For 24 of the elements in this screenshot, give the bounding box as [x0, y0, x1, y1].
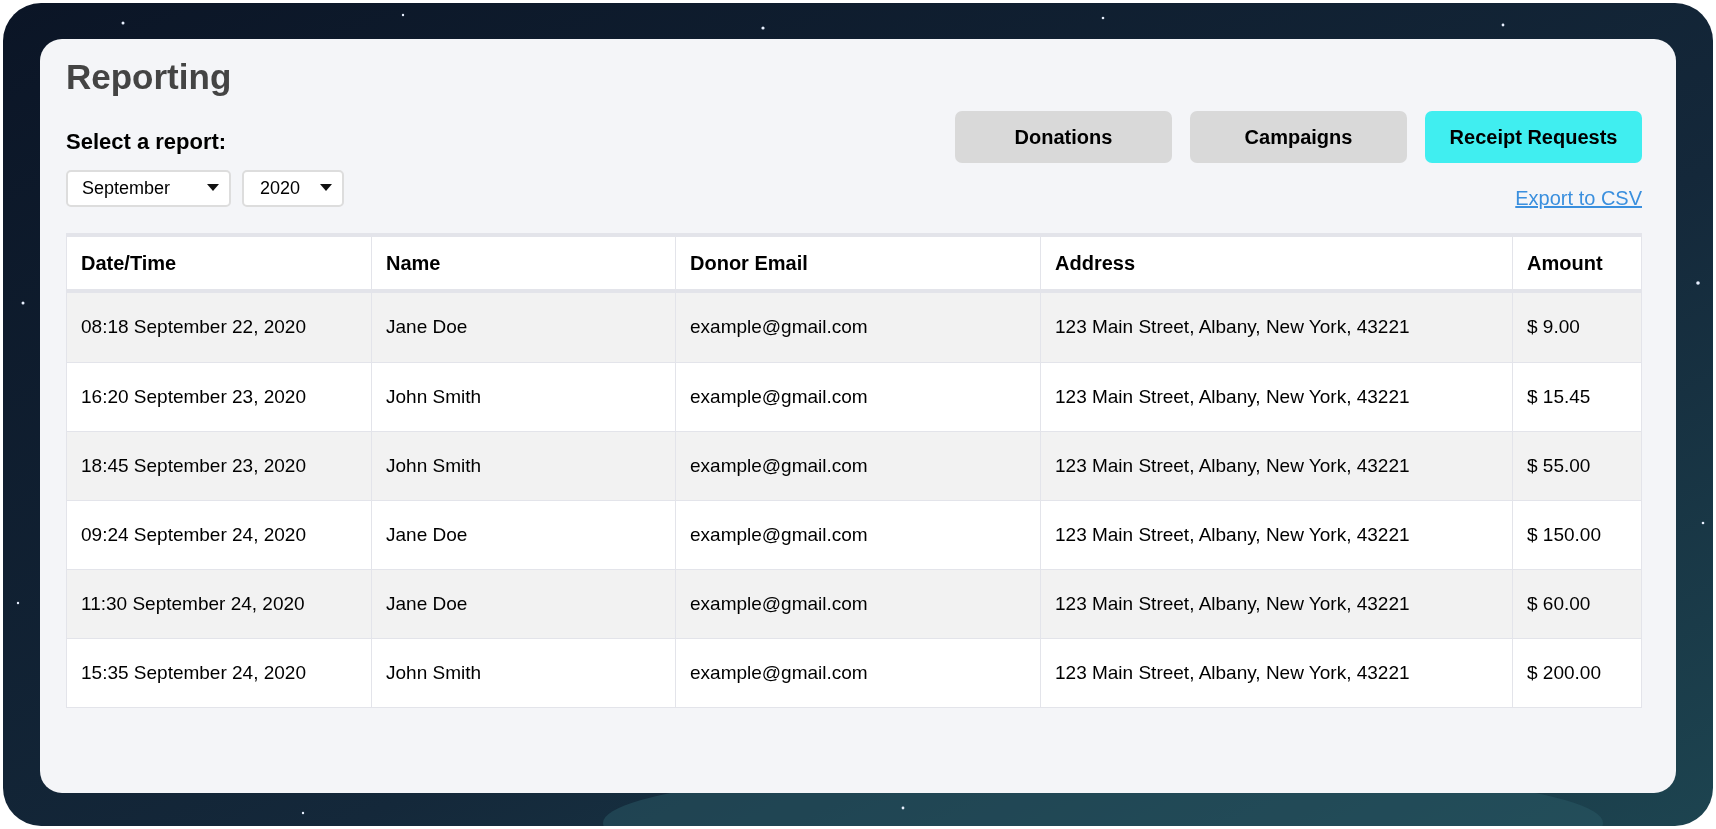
- column-header: Date/Time: [80, 251, 178, 276]
- caret-icon: [207, 184, 219, 193]
- column-header: Donor Email: [675, 237, 1040, 289]
- report-tab[interactable]: Donations: [955, 111, 1172, 163]
- table-cell-text: 08:18 September 22, 2020: [80, 315, 307, 340]
- report-tab[interactable]: Campaigns: [1190, 111, 1407, 163]
- column-header: Name: [371, 237, 675, 289]
- table-cell: example@gmail.com: [675, 639, 1040, 707]
- table-cell-text: 09:24 September 24, 2020: [80, 522, 307, 547]
- report-tab[interactable]: Receipt Requests: [1425, 111, 1642, 163]
- table-cell-text: 16:20 September 23, 2020: [80, 384, 307, 409]
- column-header: Amount: [1512, 237, 1638, 289]
- caret-icon: [320, 184, 332, 193]
- column-header: Address: [1040, 237, 1512, 289]
- year-dropdown[interactable]: 2020: [242, 169, 344, 207]
- table-cell: $ 200.00: [1512, 639, 1638, 707]
- table-cell-text: 15:35 September 24, 2020: [80, 660, 307, 685]
- table-cell-text: 11:30 September 24, 2020: [80, 591, 306, 616]
- page-title: Reporting: [66, 56, 233, 98]
- month-dropdown[interactable]: September: [66, 169, 231, 207]
- select-label: Select a report:: [66, 127, 228, 156]
- table-cell: 123 Main Street, Albany, New York, 43221: [1040, 639, 1512, 707]
- table-cell-text: 18:45 September 23, 2020: [80, 453, 307, 478]
- table-cell: John Smith: [371, 639, 675, 707]
